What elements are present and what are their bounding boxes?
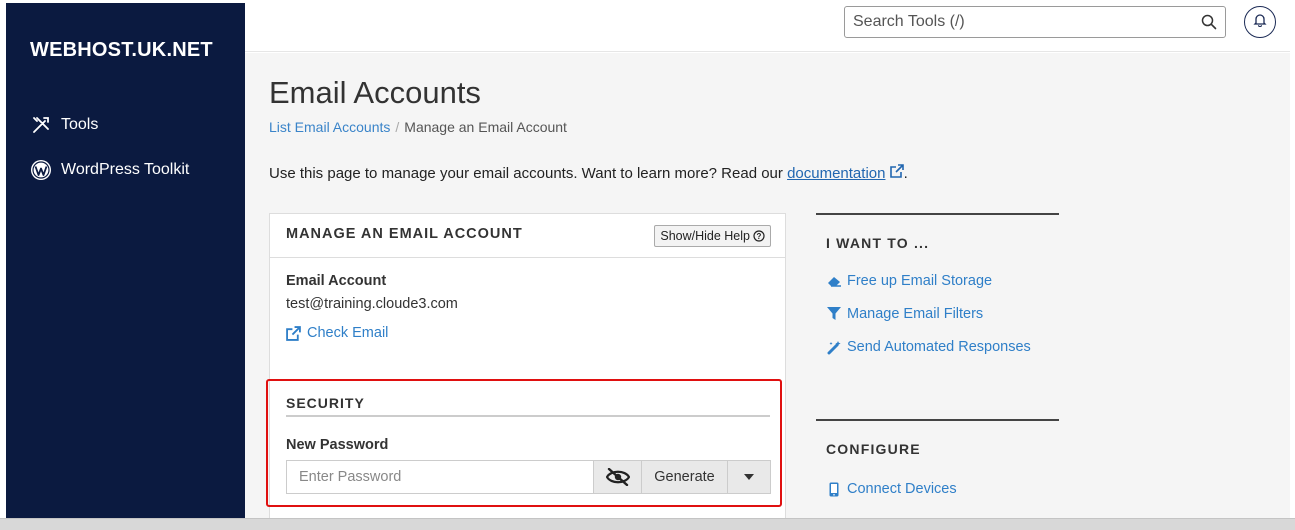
main-content: Email Accounts List Email Accounts / Manag…: [245, 53, 1290, 523]
new-password-input[interactable]: [286, 460, 594, 494]
show-hide-help-button[interactable]: Show/Hide Help ?: [654, 225, 771, 247]
help-button-label: Show/Hide Help: [660, 229, 750, 243]
wordpress-icon: [30, 159, 52, 181]
connect-devices-link[interactable]: Connect Devices: [826, 481, 957, 497]
sidebar-item-label: Tools: [61, 116, 99, 133]
sidebar-item-tools[interactable]: Tools: [30, 114, 98, 136]
caret-down-icon: [744, 474, 754, 480]
brand-logo[interactable]: WEBHOST.UK.NET: [30, 39, 213, 62]
breadcrumb: List Email Accounts / Manage an Email Acco…: [269, 119, 567, 135]
sidebar: WEBHOST.UK.NET Tools WordPress Toolkit: [6, 3, 245, 518]
link-label: Send Automated Responses: [847, 339, 1031, 355]
svg-text:?: ?: [757, 232, 762, 241]
email-account-label: Email Account: [286, 273, 387, 289]
top-bar: [245, 0, 1290, 52]
search-box: [844, 6, 1226, 38]
link-label: Free up Email Storage: [847, 273, 993, 289]
link-label: Connect Devices: [847, 481, 957, 497]
i-want-to-section: I WANT TO ... Free up Email Storage Mana…: [816, 213, 1059, 413]
search-input[interactable]: [845, 7, 1185, 37]
external-link-icon: [889, 164, 904, 182]
external-link-icon: [286, 325, 301, 341]
configure-title: CONFIGURE: [826, 441, 921, 457]
security-divider: [286, 415, 770, 417]
notifications-button[interactable]: [1244, 6, 1276, 38]
generate-password-button[interactable]: Generate: [642, 460, 728, 494]
email-account-value: test@training.cloude3.com: [286, 296, 458, 312]
configure-section: CONFIGURE Connect Devices: [816, 419, 1059, 519]
mobile-icon: [826, 481, 842, 497]
eraser-icon: [826, 273, 842, 289]
breadcrumb-current: Manage an Email Account: [404, 119, 567, 135]
check-email-label: Check Email: [307, 325, 389, 341]
tools-icon: [30, 114, 52, 136]
panel-header: MANAGE AN EMAIL ACCOUNT Show/Hide Help ?: [270, 214, 785, 258]
page-title: Email Accounts: [269, 75, 481, 110]
generate-options-dropdown[interactable]: [728, 460, 771, 494]
manage-email-filters-link[interactable]: Manage Email Filters: [826, 306, 983, 322]
send-automated-responses-link[interactable]: Send Automated Responses: [826, 339, 1031, 355]
toggle-password-visibility-button[interactable]: [594, 460, 642, 494]
documentation-link[interactable]: documentation: [787, 165, 885, 182]
security-section-title: SECURITY: [286, 395, 365, 411]
sidebar-item-wordpress-toolkit[interactable]: WordPress Toolkit: [30, 159, 189, 181]
intro-text: Use this page to manage your email accou…: [269, 164, 908, 182]
manage-account-panel: MANAGE AN EMAIL ACCOUNT Show/Hide Help ?…: [269, 213, 786, 523]
bell-icon: [1253, 13, 1267, 32]
free-up-storage-link[interactable]: Free up Email Storage: [826, 273, 992, 289]
intro-period: .: [903, 165, 908, 182]
question-circle-icon: ?: [753, 230, 765, 242]
window-frame-right: [1290, 0, 1295, 518]
intro-sentence: Use this page to manage your email accou…: [269, 165, 783, 182]
breadcrumb-separator: /: [395, 119, 400, 135]
window-bottom-edge: [0, 518, 1295, 530]
breadcrumb-link-list-email-accounts[interactable]: List Email Accounts: [269, 119, 390, 135]
panel-title: MANAGE AN EMAIL ACCOUNT: [286, 226, 523, 242]
link-label: Manage Email Filters: [847, 306, 984, 322]
magic-wand-icon: [826, 339, 842, 355]
new-password-label: New Password: [286, 437, 389, 453]
eye-slash-icon: [605, 468, 630, 486]
i-want-to-title: I WANT TO ...: [826, 235, 930, 251]
sidebar-item-label: WordPress Toolkit: [61, 161, 190, 178]
check-email-link[interactable]: Check Email: [286, 325, 388, 341]
search-icon[interactable]: [1201, 14, 1217, 30]
password-input-group: Generate: [286, 460, 771, 494]
filter-icon: [826, 306, 842, 322]
